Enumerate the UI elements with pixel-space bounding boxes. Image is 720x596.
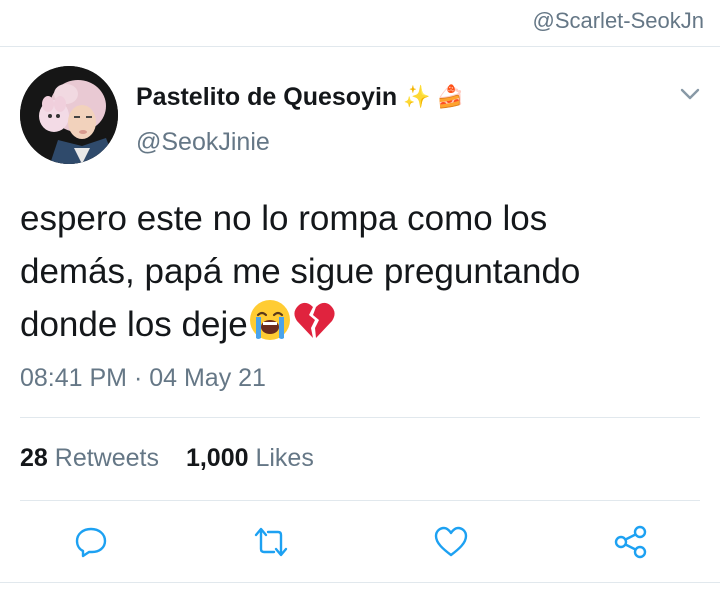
retweet-button[interactable] <box>251 522 291 562</box>
retweets-label: Retweets <box>54 444 159 472</box>
display-name[interactable]: Pastelito de Quesoyin ✨ 🍰 <box>136 83 464 112</box>
tweet-timestamp[interactable]: 08:41 PM · 04 May 21 <box>20 364 266 393</box>
like-button[interactable] <box>431 522 471 562</box>
retweet-icon <box>254 527 288 557</box>
divider <box>20 500 700 501</box>
tweet-text-line: demás, papá me sigue preguntando <box>20 252 581 291</box>
broken-heart-icon <box>294 302 335 338</box>
tweet-text: espero este no lo rompa como los demás, … <box>20 192 700 351</box>
avatar-image <box>20 66 118 164</box>
watermark-text: @Scarlet-SeokJn <box>532 8 704 33</box>
divider <box>0 582 720 583</box>
share-button[interactable] <box>611 522 651 562</box>
like-icon <box>434 526 468 557</box>
divider <box>20 417 700 418</box>
loudly-crying-face-icon <box>249 300 290 340</box>
likes-stat[interactable]: 1,000 Likes <box>186 444 314 472</box>
tweet-text-line: espero este no lo rompa como los <box>20 199 548 238</box>
tweet-text-line: donde los deje <box>20 298 700 351</box>
watermark-bar: @Scarlet-SeokJn <box>0 0 720 47</box>
display-name-text: Pastelito de Quesoyin <box>136 83 398 111</box>
reply-button[interactable] <box>71 522 111 562</box>
share-icon <box>614 525 647 559</box>
retweets-stat[interactable]: 28 Retweets <box>20 444 166 472</box>
avatar[interactable] <box>20 66 118 164</box>
reply-icon <box>75 527 107 558</box>
chevron-down-icon[interactable] <box>676 80 704 108</box>
tweet-text-line-content: donde los deje <box>20 305 248 344</box>
sparkles-icon: ✨ <box>403 85 431 110</box>
cake-icon: 🍰 <box>436 85 464 110</box>
likes-label: Likes <box>255 444 314 472</box>
user-handle[interactable]: @SeokJinie <box>136 128 270 157</box>
tweet-stats: 28 Retweets 1,000 Likes <box>20 444 334 473</box>
retweets-count: 28 <box>20 444 48 472</box>
likes-count: 1,000 <box>185 444 249 472</box>
